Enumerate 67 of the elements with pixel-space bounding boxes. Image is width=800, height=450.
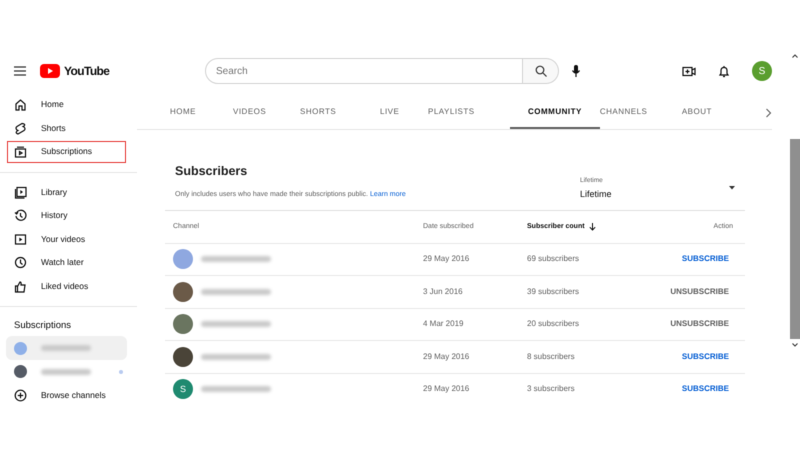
- create-video-icon[interactable]: [682, 66, 696, 76]
- play-icon: [14, 232, 27, 246]
- channel-tab[interactable]: COMMUNITY: [510, 106, 600, 129]
- shorts-icon: [14, 122, 27, 135]
- sidebar-item[interactable]: History: [0, 204, 137, 228]
- sidebar-item[interactable]: Liked videos: [0, 274, 137, 298]
- subscriber-count-cell-text: 39 subscribers: [527, 286, 580, 298]
- subscribe-button[interactable]: SUBSCRIBE: [682, 383, 729, 396]
- subscribe-button[interactable]: SUBSCRIBE: [682, 253, 729, 266]
- subscriber-count-cell-text: 69 subscribers: [527, 253, 580, 266]
- thumbs-up-icon: [14, 280, 27, 293]
- channel-avatar: S: [173, 379, 193, 400]
- channel-tab[interactable]: CHANNELS: [600, 106, 682, 129]
- unsubscribe-button[interactable]: UNSUBSCRIBE: [670, 318, 729, 330]
- search-button[interactable]: [523, 58, 559, 84]
- date-cell-text: 3 Jun 2016: [423, 286, 464, 298]
- history-icon: [14, 209, 27, 222]
- blurred-channel-name: [201, 256, 271, 262]
- plus-circle-icon: [14, 388, 27, 402]
- blurred-channel-name: [201, 386, 271, 392]
- blurred-channel-name: [201, 321, 271, 328]
- channel-tab[interactable]: HOME: [170, 106, 233, 129]
- subscriber-count-cell-text: 3 subscribers: [527, 383, 576, 396]
- caret-icon: [729, 186, 735, 190]
- blurred-channel-name: [41, 368, 91, 374]
- play-logo-icon: [40, 64, 60, 78]
- sidebar-item[interactable]: Library: [0, 180, 137, 204]
- subscriber-count-cell-text: 8 subscribers: [527, 350, 576, 363]
- channel-tab[interactable]: ABOUT: [682, 106, 752, 129]
- channel-tab[interactable]: PLAYLISTS: [428, 106, 510, 129]
- date-cell-text: 29 May 2016: [423, 253, 470, 266]
- unsubscribe-button[interactable]: UNSUBSCRIBE: [670, 286, 729, 298]
- sort-down-arrow-icon: [588, 222, 596, 231]
- blurred-channel-name: [41, 345, 91, 351]
- channel-tab[interactable]: LIVE: [380, 106, 428, 129]
- subscriber-count-cell-text: 20 subscribers: [527, 318, 580, 330]
- search-icon: [534, 65, 546, 77]
- date-cell-text: 29 May 2016: [423, 350, 470, 363]
- menu-icon[interactable]: [14, 66, 26, 76]
- dropdown-value: Lifetime: [580, 188, 612, 201]
- panel-title: Subscribers: [175, 163, 248, 180]
- bell-icon[interactable]: [718, 64, 730, 78]
- sidebar-item[interactable]: Shorts: [0, 116, 137, 140]
- sidebar-item[interactable]: Watch later: [0, 251, 137, 274]
- library-icon: [14, 186, 27, 199]
- subscriptions-icon: [14, 145, 27, 158]
- blurred-channel-name: [201, 288, 271, 295]
- channel-tab[interactable]: SHORTS: [300, 106, 380, 129]
- sidebar-item[interactable]: Browse channels: [0, 383, 137, 407]
- microphone-icon[interactable]: [571, 64, 581, 78]
- section-heading: Subscriptions: [13, 319, 72, 333]
- sidebar-item[interactable]: Subscriptions: [6, 140, 127, 164]
- youtube-logo[interactable]: YouTube: [40, 62, 110, 80]
- sidebar-item[interactable]: Home: [0, 93, 137, 116]
- scroll-down-icon[interactable]: [792, 343, 798, 347]
- blurred-channel-name: [201, 354, 271, 360]
- chevron-right-icon[interactable]: [765, 108, 772, 118]
- sidebar-item[interactable]: Your videos: [0, 228, 137, 251]
- date-cell-text: 4 Mar 2019: [423, 318, 464, 330]
- clock-icon: [14, 256, 27, 270]
- channel-tab[interactable]: VIDEOS: [233, 106, 300, 129]
- subscribe-button[interactable]: SUBSCRIBE: [682, 350, 729, 363]
- date-cell-text: 29 May 2016: [423, 383, 470, 396]
- home-icon: [14, 98, 27, 112]
- search-field[interactable]: Search: [205, 58, 523, 84]
- scrollbar-thumb[interactable]: [790, 139, 800, 339]
- scroll-up-icon[interactable]: [792, 54, 798, 58]
